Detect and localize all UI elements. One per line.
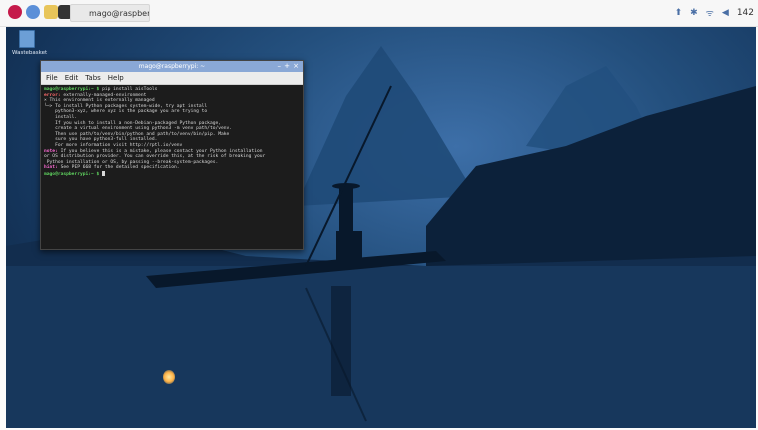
terminal-error-label: error: [44, 92, 61, 98]
terminal-text: externally-managed-environment [60, 92, 147, 98]
terminal-output[interactable]: mago@raspberrypi:~ $ pip install aisTool… [41, 85, 303, 180]
terminal-prompt: mago@raspberrypi:~ $ [44, 87, 100, 92]
menu-file[interactable]: File [46, 72, 58, 84]
terminal-title: mago@raspberrypi: ~ [138, 63, 206, 70]
desktop-icon-wastebasket[interactable]: Wastebasket [12, 30, 48, 56]
terminal-text: pip install aisTools [99, 87, 158, 92]
terminal-text: create a virtual environment using pytho… [44, 126, 233, 132]
desktop-icon-label: Wastebasket [12, 50, 48, 56]
terminal-text: python3-xyz, where xyz is the package yo… [44, 109, 208, 115]
terminal-text: × This environment is externally managed [44, 98, 155, 104]
terminal-text: If you wish to install a non-Debian-pack… [44, 120, 222, 126]
terminal-text: Then use path/to/venv/bin/python and pat… [44, 131, 230, 137]
terminal-note-label: note: [44, 148, 58, 154]
terminal-hint-label: hint: [44, 165, 58, 171]
volume-icon[interactable]: ◀ [722, 8, 729, 18]
taskbar: mago@raspberrypi... ⬆ ✱ ᯤ ◀ 142 [0, 0, 758, 27]
system-tray: ⬆ ✱ ᯤ ◀ 142 [675, 6, 754, 20]
file-manager-icon[interactable] [44, 5, 58, 19]
terminal-menubar: File Edit Tabs Help [41, 72, 303, 85]
minimize-icon[interactable]: – [278, 61, 282, 72]
terminal-text: If you believe this is a mistake, please… [57, 148, 263, 154]
update-icon[interactable]: ⬆ [675, 8, 683, 18]
maximize-icon[interactable]: + [284, 61, 290, 72]
close-icon[interactable]: × [293, 61, 299, 72]
terminal-text: or OS distribution provider. You can ove… [44, 154, 266, 160]
terminal-text: See PEP 668 for the detailed specificati… [57, 165, 180, 171]
taskbar-task-label: mago@raspberrypi... [89, 9, 150, 18]
menu-help[interactable]: Help [108, 72, 124, 84]
terminal-window[interactable]: mago@raspberrypi: ~ – + × File Edit Tabs… [40, 60, 304, 250]
terminal-text: sure you have python3-full installed. [44, 137, 158, 143]
lantern-glow [163, 370, 175, 384]
terminal-text: For more information visit http://rptl.i… [44, 142, 183, 148]
terminal-text: Python installation or OS, by passing --… [44, 159, 219, 165]
terminal-line: mago@raspberrypi:~ $ [44, 170, 300, 178]
terminal-titlebar[interactable]: mago@raspberrypi: ~ – + × [41, 61, 303, 72]
bluetooth-icon[interactable]: ✱ [690, 8, 698, 18]
menu-tabs[interactable]: Tabs [85, 72, 101, 84]
wifi-icon[interactable]: ᯤ [706, 6, 714, 19]
browser-icon[interactable] [26, 5, 40, 19]
terminal-prompt: mago@raspberrypi:~ $ [44, 171, 100, 177]
raspberry-menu-icon[interactable] [8, 5, 22, 19]
menu-edit[interactable]: Edit [65, 72, 79, 84]
taskbar-terminal-task[interactable]: mago@raspberrypi... [70, 4, 150, 22]
terminal-cursor [102, 170, 106, 176]
clock[interactable]: 142 [737, 8, 754, 18]
terminal-text: install. [44, 114, 78, 120]
trash-icon [19, 30, 35, 48]
